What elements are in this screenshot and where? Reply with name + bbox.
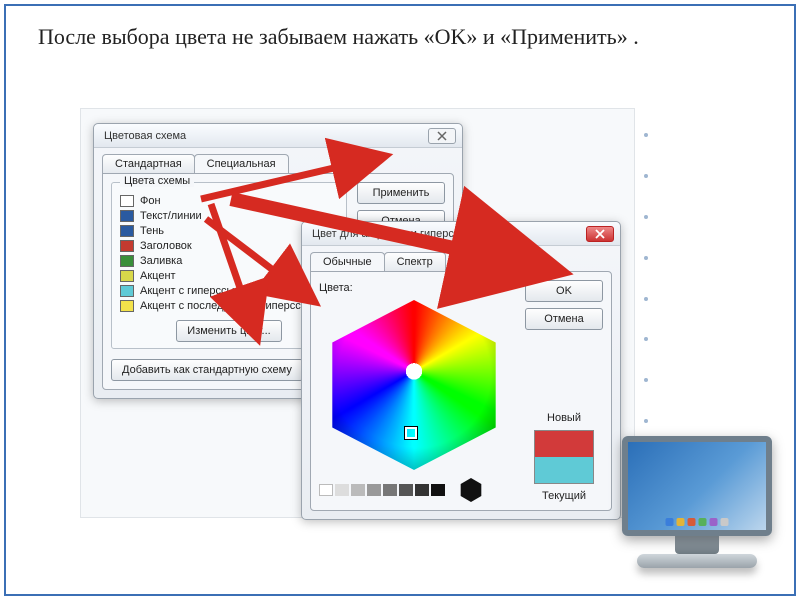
monitor-clipart xyxy=(612,436,782,586)
current-label: Текущий xyxy=(525,490,603,502)
swatch xyxy=(120,255,134,267)
ok-button[interactable]: OK xyxy=(525,280,603,302)
add-standard-scheme-button[interactable]: Добавить как стандартную схему xyxy=(111,359,303,381)
slide-caption: После выбора цвета не забываем нажать «O… xyxy=(38,22,762,52)
swatch xyxy=(120,270,134,282)
editor-surface: Цветовая схема Стандартная Специальная Ц… xyxy=(80,108,635,518)
close-icon[interactable] xyxy=(428,128,456,144)
swatch xyxy=(120,195,134,207)
scheme-titlebar[interactable]: Цветовая схема xyxy=(94,124,462,148)
colors-label: Цвета: xyxy=(319,282,515,294)
change-color-button[interactable]: Изменить цвет... xyxy=(176,320,281,342)
close-icon[interactable] xyxy=(586,226,614,242)
selected-hex-icon xyxy=(405,427,417,439)
grayscale-row[interactable] xyxy=(319,478,515,502)
swatch xyxy=(120,225,134,237)
black-hex-icon[interactable] xyxy=(459,478,483,502)
picker-titlebar[interactable]: Цвет для акцентов и гиперссылок xyxy=(302,222,620,246)
list-item: Фон xyxy=(120,195,338,207)
color-picker-dialog: Цвет для акцентов и гиперссылок Обычные … xyxy=(301,221,621,520)
new-label: Новый xyxy=(525,412,603,424)
scheme-title: Цветовая схема xyxy=(104,130,186,142)
picker-title: Цвет для акцентов и гиперссылок xyxy=(312,228,485,240)
swatch xyxy=(120,210,134,222)
tab-standard[interactable]: Стандартная xyxy=(102,154,195,173)
swatch xyxy=(120,285,134,297)
tab-spectrum[interactable]: Спектр xyxy=(384,252,446,271)
cancel-button[interactable]: Отмена xyxy=(525,308,603,330)
tab-basic[interactable]: Обычные xyxy=(310,252,385,271)
tab-special[interactable]: Специальная xyxy=(194,154,289,173)
swatch xyxy=(120,300,134,312)
swatch xyxy=(120,240,134,252)
group-title: Цвета схемы xyxy=(120,175,194,187)
color-preview xyxy=(534,430,594,484)
apply-button[interactable]: Применить xyxy=(357,182,445,204)
hex-color-wheel[interactable] xyxy=(319,300,509,470)
